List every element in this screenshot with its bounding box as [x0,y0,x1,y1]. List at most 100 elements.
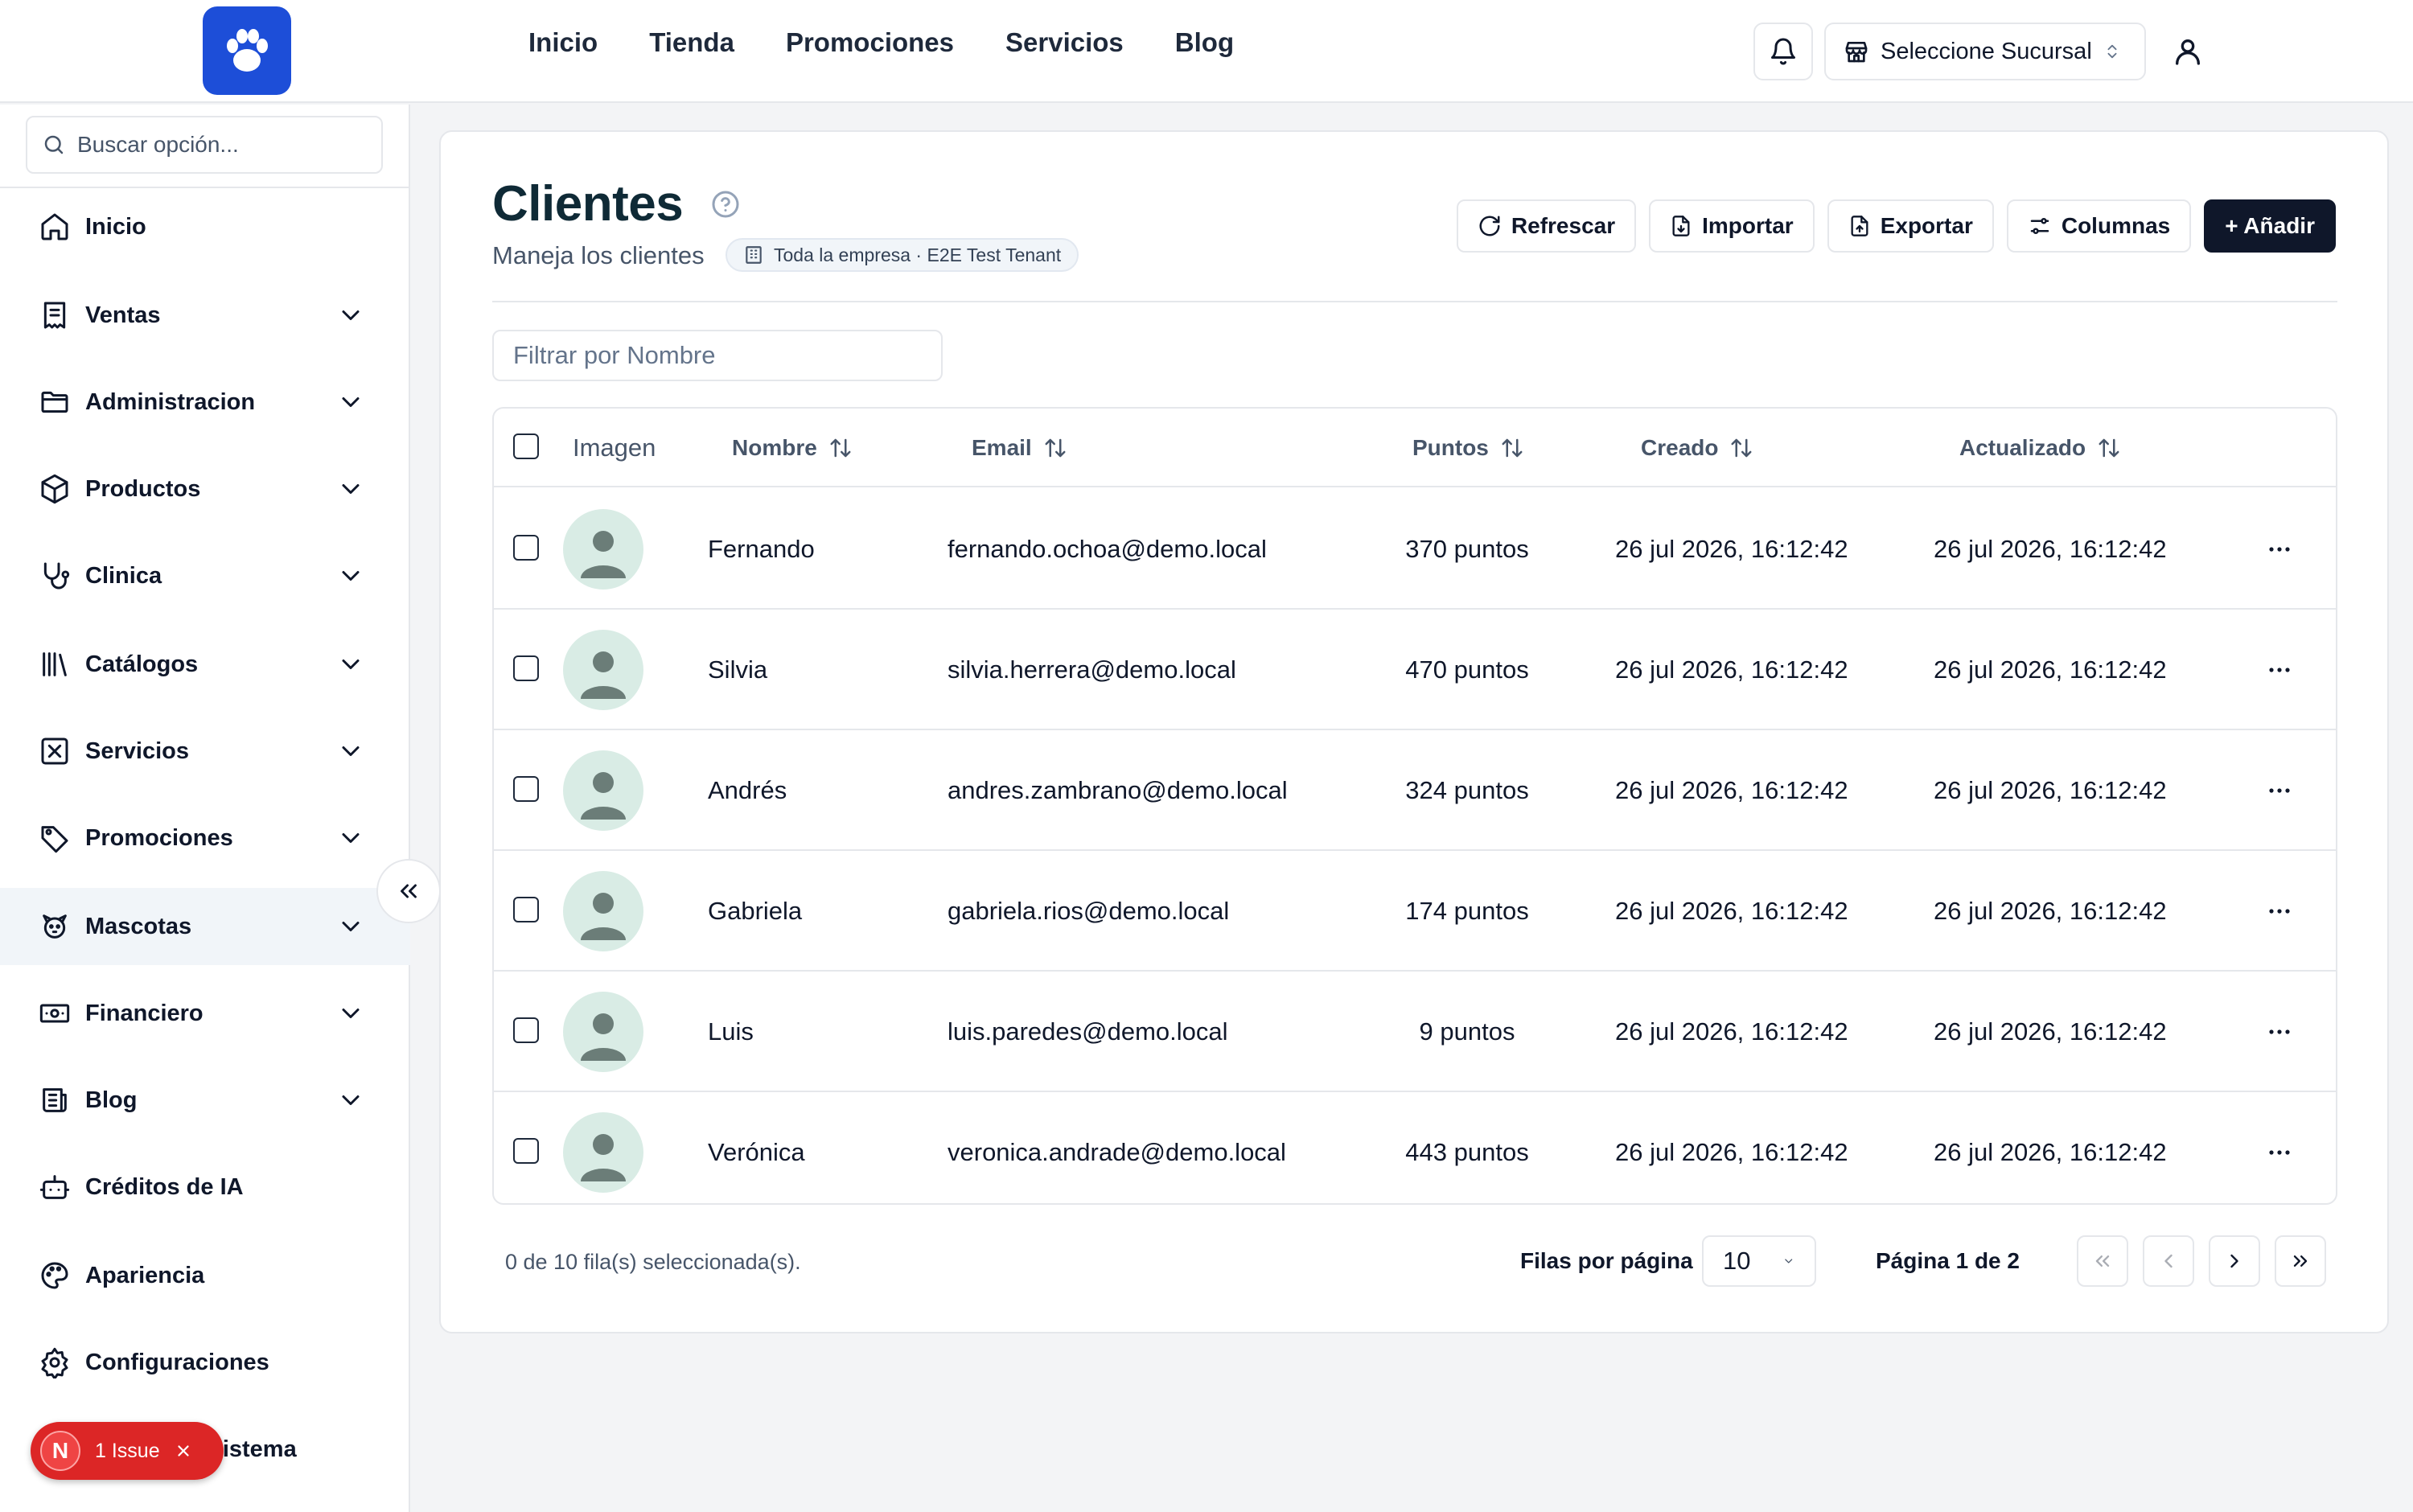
avatar [563,630,643,710]
row-actions-button[interactable] [2263,898,2296,925]
select-all-checkbox[interactable] [513,433,539,459]
topnav-promociones[interactable]: Promociones [786,27,954,58]
export-button-label: Exportar [1880,213,1973,238]
sidebar-item-ventas[interactable]: Ventas [0,277,410,354]
row-actions-button[interactable] [2263,536,2296,563]
previous-page-button[interactable] [2143,1235,2194,1287]
column-header-updated[interactable]: Actualizado [1959,409,2121,487]
sidebar-item-label: Inicio [85,213,146,240]
branch-selector[interactable]: Seleccione Sucursal [1824,23,2146,80]
notifications-button[interactable] [1753,23,1813,80]
table-row[interactable]: Andrés andres.zambrano@demo.local 324 punt… [494,730,2336,851]
topnav-inicio[interactable]: Inicio [528,27,598,58]
sidebar-item-administracion[interactable]: Administracion [0,364,410,441]
sidebar-item-catalogos[interactable]: Catálogos [0,626,410,703]
topnav-tienda[interactable]: Tienda [649,27,734,58]
scope-badge-label: Toda la empresa · E2E Test Tenant [774,244,1062,265]
first-page-button[interactable] [2077,1235,2128,1287]
refresh-button[interactable]: Refrescar [1456,199,1637,253]
sidebar-item-productos[interactable]: Productos [0,450,410,528]
avatar [563,871,643,951]
column-header-created[interactable]: Creado [1641,409,1753,487]
rows-per-page-select[interactable]: 10 [1702,1235,1816,1287]
column-header-email-label: Email [972,435,1032,460]
row-actions-button[interactable] [2263,777,2296,804]
table-row[interactable]: Silvia silvia.herrera@demo.local 470 punto… [494,610,2336,730]
topnav-blog[interactable]: Blog [1175,27,1234,58]
user-placeholder-icon [581,531,626,578]
chevron-down-icon[interactable] [336,1086,365,1115]
row-checkbox[interactable] [513,1017,539,1043]
chevron-down-icon[interactable] [336,475,365,503]
last-page-button[interactable] [2275,1235,2326,1287]
sidebar-item-label: Servicios [85,738,189,764]
search-icon [44,135,64,154]
chevron-down-icon[interactable] [336,561,365,590]
row-checkbox[interactable] [513,535,539,561]
chevron-down-icon[interactable] [336,912,365,941]
table-row[interactable]: Verónica veronica.andrade@demo.local 443 p… [494,1092,2336,1203]
branch-selector-label: Seleccione Sucursal [1881,38,2092,64]
help-circle-icon[interactable] [711,190,740,219]
issue-badge-logo: N [40,1431,80,1471]
table-row[interactable]: Gabriela gabriela.rios@demo.local 174 punt… [494,851,2336,972]
sidebar-item-creditos-de-ia[interactable]: Créditos de IA [0,1148,410,1226]
import-button[interactable]: Importar [1649,199,1815,253]
chevron-down-icon[interactable] [336,824,365,853]
column-header-image: Imagen [573,409,656,487]
chevron-down-icon[interactable] [336,388,365,417]
sidebar-item-servicios[interactable]: Servicios [0,713,410,790]
sidebar-item-clinica[interactable]: Clinica [0,537,410,614]
chevron-down-icon[interactable] [336,999,365,1028]
next-page-button[interactable] [2209,1235,2260,1287]
newspaper-icon [37,1083,72,1118]
sidebar-item-promociones[interactable]: Promociones [0,799,410,877]
topnav-servicios[interactable]: Servicios [1005,27,1124,58]
sidebar: Inicio Ventas Administracion Productos Clini… [0,105,410,1512]
sidebar-item-mascotas[interactable]: Mascotas [0,888,410,965]
column-header-image-label: Imagen [573,433,656,462]
export-button[interactable]: Exportar [1827,199,1994,253]
paw-logo[interactable] [203,6,291,95]
columns-button[interactable]: Columnas [2006,199,2192,253]
row-checkbox[interactable] [513,897,539,922]
chevron-down-icon[interactable] [336,301,365,330]
sidebar-item-configuraciones[interactable]: Configuraciones [0,1324,410,1401]
chevron-down-icon[interactable] [336,737,365,766]
user-menu-button[interactable] [2164,27,2212,76]
sidebar-item-label: Productos [85,475,201,502]
file-export-icon [1851,216,1868,236]
table-row[interactable]: Luis luis.paredes@demo.local 9 puntos 26 ju… [494,972,2336,1092]
row-checkbox[interactable] [513,655,539,681]
client-created: 26 jul 2026, 16:12:42 [1615,655,1848,684]
sidebar-item-label: Financiero [85,1000,203,1026]
row-actions-button[interactable] [2263,1139,2296,1166]
client-created: 26 jul 2026, 16:12:42 [1615,535,1848,563]
row-checkbox[interactable] [513,1138,539,1164]
row-actions-button[interactable] [2263,1018,2296,1046]
column-header-name[interactable]: Nombre [732,409,853,487]
collapse-sidebar-button[interactable] [376,859,441,923]
column-header-points[interactable]: Puntos [1412,409,1524,487]
issue-badge[interactable]: N 1 Issue [31,1422,224,1480]
sidebar-item-financiero[interactable]: Financiero [0,975,410,1052]
sidebar-item-inicio[interactable]: Inicio [0,188,410,265]
row-checkbox[interactable] [513,776,539,802]
column-header-email[interactable]: Email [972,409,1067,487]
sidebar-item-label: Blog [85,1087,138,1113]
sidebar-item-label: Ventas [85,302,161,328]
add-client-button[interactable]: + Añadir [2204,199,2336,253]
row-actions-button[interactable] [2263,656,2296,684]
client-email: andres.zambrano@demo.local [948,776,1288,804]
chevron-down-icon[interactable] [336,650,365,679]
name-filter-input[interactable] [492,330,943,381]
sidebar-search-input[interactable] [77,132,367,158]
client-name: Luis [708,1017,754,1046]
close-icon[interactable] [175,1442,192,1460]
table-row[interactable]: Fernando fernando.ochoa@demo.local 370 pun… [494,489,2336,610]
avatar [563,509,643,590]
sidebar-item-blog[interactable]: Blog [0,1062,410,1139]
sidebar-item-apariencia[interactable]: Apariencia [0,1237,410,1314]
client-points: 470 puntos [1405,655,1529,684]
sidebar-item-ayuda[interactable]: Ayuda [0,1498,410,1512]
